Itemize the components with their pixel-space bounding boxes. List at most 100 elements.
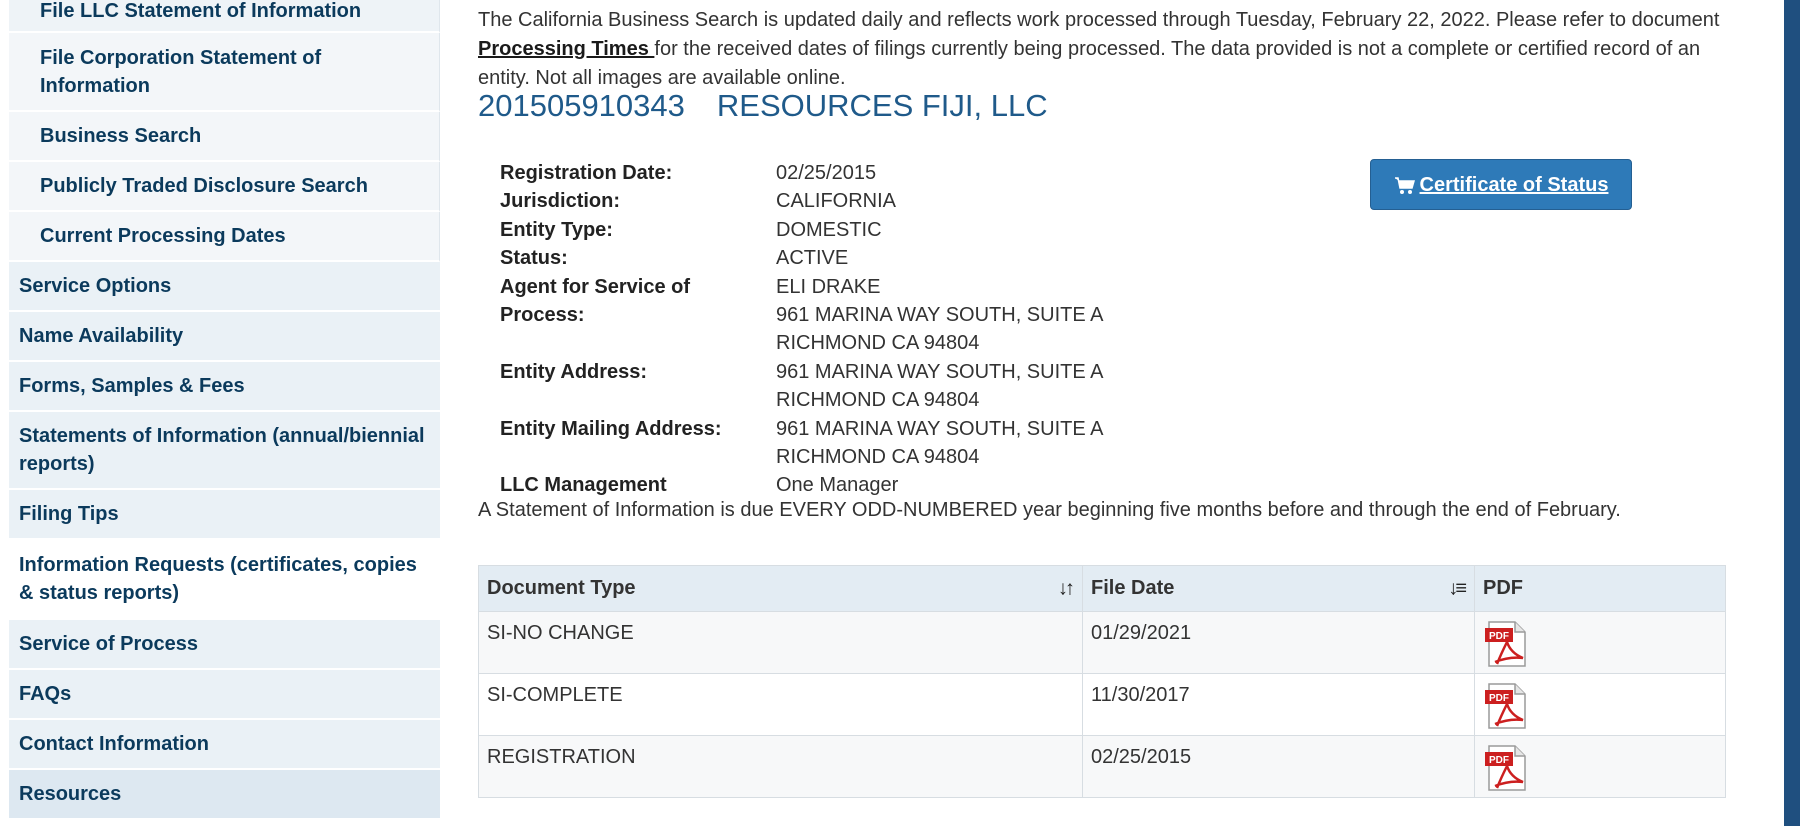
documents-table: Document Type ↓↑ File Date ↓≡ PDF SI-NO … (478, 565, 1726, 798)
certificate-button-label: Certificate of Status (1419, 174, 1609, 196)
sidebar-item-statements-of-information[interactable]: Statements of Information (annual/bienni… (9, 412, 440, 490)
detail-entity-type: Entity Type: DOMESTIC (500, 216, 1104, 244)
column-header-label: File Date (1091, 577, 1175, 599)
detail-value: ACTIVE (776, 247, 849, 270)
sidebar-item-service-options[interactable]: Service Options (9, 262, 440, 312)
sidebar-item-label: Filing Tips (19, 503, 119, 525)
column-header-pdf: PDF (1474, 565, 1726, 612)
pdf-icon[interactable]: PDF (1483, 620, 1531, 668)
sidebar-item-faqs[interactable]: FAQs (9, 670, 440, 720)
detail-label: Entity Type: (500, 218, 613, 241)
svg-text:PDF: PDF (1489, 631, 1509, 642)
pdf-cell: PDF (1474, 735, 1726, 798)
sort-icon[interactable]: ↓↑ (1058, 577, 1075, 600)
detail-label-line: Agent for Service of (500, 275, 691, 298)
sidebar-item-forms-fees[interactable]: Forms, Samples & Fees (9, 362, 440, 412)
detail-agent: Agent for Service of Process: ELI DRAKE … (500, 273, 1104, 358)
cart-icon (1394, 176, 1415, 194)
detail-label: Entity Mailing Address: (500, 417, 722, 440)
detail-mailing-address: Entity Mailing Address: 961 MARINA WAY S… (500, 415, 1104, 472)
table-header-row: Document Type ↓↑ File Date ↓≡ PDF (478, 565, 1726, 612)
detail-label: LLC Management (500, 474, 667, 497)
sidebar-nav: File LLC Statement of Information File C… (9, 0, 440, 826)
processing-times-link[interactable]: Processing Times (478, 38, 654, 60)
document-type-cell: REGISTRATION (478, 735, 1083, 798)
page-right-border (1784, 0, 1800, 826)
detail-label: Entity Address: (500, 360, 648, 383)
sidebar-item-label: FAQs (19, 683, 72, 705)
document-type-cell: SI-NO CHANGE (478, 611, 1083, 674)
sidebar-item-filing-tips[interactable]: Filing Tips (9, 490, 440, 540)
sidebar-item-label: Information Requests (certificates, copi… (19, 554, 417, 604)
sidebar-item-label: Publicly Traded Disclosure Search (40, 175, 368, 197)
detail-label: Jurisdiction: (500, 190, 621, 213)
main-content: The California Business Search is update… (478, 0, 1728, 826)
sidebar-item-label: Contact Information (19, 733, 209, 755)
sidebar-item-contact-information[interactable]: Contact Information (9, 720, 440, 770)
sidebar-item-label: Current Processing Dates (40, 225, 286, 247)
entity-number: 201505910343 (478, 88, 685, 123)
pdf-cell: PDF (1474, 673, 1726, 736)
sidebar-item-publicly-traded-search[interactable]: Publicly Traded Disclosure Search (9, 162, 440, 212)
detail-llc-management: LLC Management One Manager (500, 471, 1104, 499)
entity-title: 201505910343 RESOURCES FIJI, LLC (478, 88, 1048, 124)
detail-jurisdiction: Jurisdiction: CALIFORNIA (500, 187, 1104, 215)
column-header-label: PDF (1483, 577, 1523, 599)
file-date-cell: 02/25/2015 (1082, 735, 1475, 798)
detail-label: Registration Date: (500, 162, 673, 184)
table-row: SI-NO CHANGE 01/29/2021 PDF (478, 611, 1726, 674)
svg-text:PDF: PDF (1489, 693, 1509, 704)
table-row: REGISTRATION 02/25/2015 PDF (478, 735, 1726, 798)
intro-text-continued: for the received dates of filings curren… (478, 38, 1701, 89)
entity-details: Registration Date: 02/25/2015 Jurisdicti… (500, 159, 1104, 500)
pdf-icon[interactable]: PDF (1483, 682, 1531, 730)
sort-descending-icon[interactable]: ↓≡ (1448, 577, 1467, 600)
sidebar-item-information-requests[interactable]: Information Requests (certificates, copi… (9, 540, 440, 620)
sidebar-item-label: Name Availability (19, 325, 184, 347)
pdf-icon[interactable]: PDF (1483, 744, 1531, 792)
table-row: SI-COMPLETE 11/30/2017 PDF (478, 673, 1726, 736)
statement-due-note: A Statement of Information is due EVERY … (478, 499, 1621, 521)
sidebar-item-service-of-process[interactable]: Service of Process (9, 620, 440, 670)
sidebar-item-label: File LLC Statement of Information (40, 0, 362, 22)
detail-entity-address: Entity Address: 961 MARINA WAY SOUTH, SU… (500, 358, 1104, 415)
sidebar-item-name-availability[interactable]: Name Availability (9, 312, 440, 362)
sidebar-item-label: Resources (19, 783, 122, 805)
agent-city: RICHMOND CA 94804 (776, 332, 980, 355)
address-city: RICHMOND CA 94804 (776, 389, 980, 412)
detail-label: Status: (500, 247, 568, 270)
sidebar-item-business-search[interactable]: Business Search (9, 112, 440, 162)
address-street: 961 MARINA WAY SOUTH, SUITE A (776, 417, 1104, 440)
sidebar-item-label: Business Search (40, 125, 202, 147)
detail-registration-date: Registration Date: 02/25/2015 (500, 159, 1104, 187)
agent-street: 961 MARINA WAY SOUTH, SUITE A (776, 304, 1104, 327)
sidebar-item-label: Service Options (19, 275, 172, 297)
address-city: RICHMOND CA 94804 (776, 446, 980, 469)
pdf-cell: PDF (1474, 611, 1726, 674)
sidebar-item-label: Forms, Samples & Fees (19, 375, 245, 397)
sidebar-item-file-corp-soi[interactable]: File Corporation Statement of Informatio… (9, 33, 440, 112)
file-date-cell: 01/29/2021 (1082, 611, 1475, 674)
sidebar-item-label: File Corporation Statement of Informatio… (40, 46, 322, 97)
detail-status: Status: ACTIVE (500, 244, 1104, 272)
sidebar-item-resources[interactable]: Resources (9, 770, 440, 820)
document-type-cell: SI-COMPLETE (478, 673, 1083, 736)
certificate-of-status-button[interactable]: Certificate of Status (1370, 159, 1632, 210)
detail-value: 961 MARINA WAY SOUTH, SUITE A RICHMOND C… (776, 358, 1104, 415)
detail-value: 961 MARINA WAY SOUTH, SUITE A RICHMOND C… (776, 415, 1104, 472)
agent-name: ELI DRAKE (776, 275, 881, 298)
detail-value: CALIFORNIA (776, 190, 897, 213)
file-date-cell: 11/30/2017 (1082, 673, 1475, 736)
column-header-document-type[interactable]: Document Type ↓↑ (478, 565, 1083, 612)
detail-label-line: Process: (500, 304, 585, 327)
svg-text:PDF: PDF (1489, 755, 1509, 766)
address-street: 961 MARINA WAY SOUTH, SUITE A (776, 360, 1104, 383)
sidebar-item-processing-dates[interactable]: Current Processing Dates (9, 212, 440, 262)
sidebar-item-label: Statements of Information (annual/bienni… (19, 425, 425, 475)
column-header-file-date[interactable]: File Date ↓≡ (1082, 565, 1475, 612)
detail-value: 02/25/2015 (776, 162, 877, 184)
sidebar-item-file-llc-soi[interactable]: File LLC Statement of Information (9, 0, 440, 33)
intro-paragraph: The California Business Search is update… (478, 6, 1748, 93)
detail-value: One Manager (776, 474, 899, 497)
detail-label: Agent for Service of Process: (500, 273, 776, 358)
